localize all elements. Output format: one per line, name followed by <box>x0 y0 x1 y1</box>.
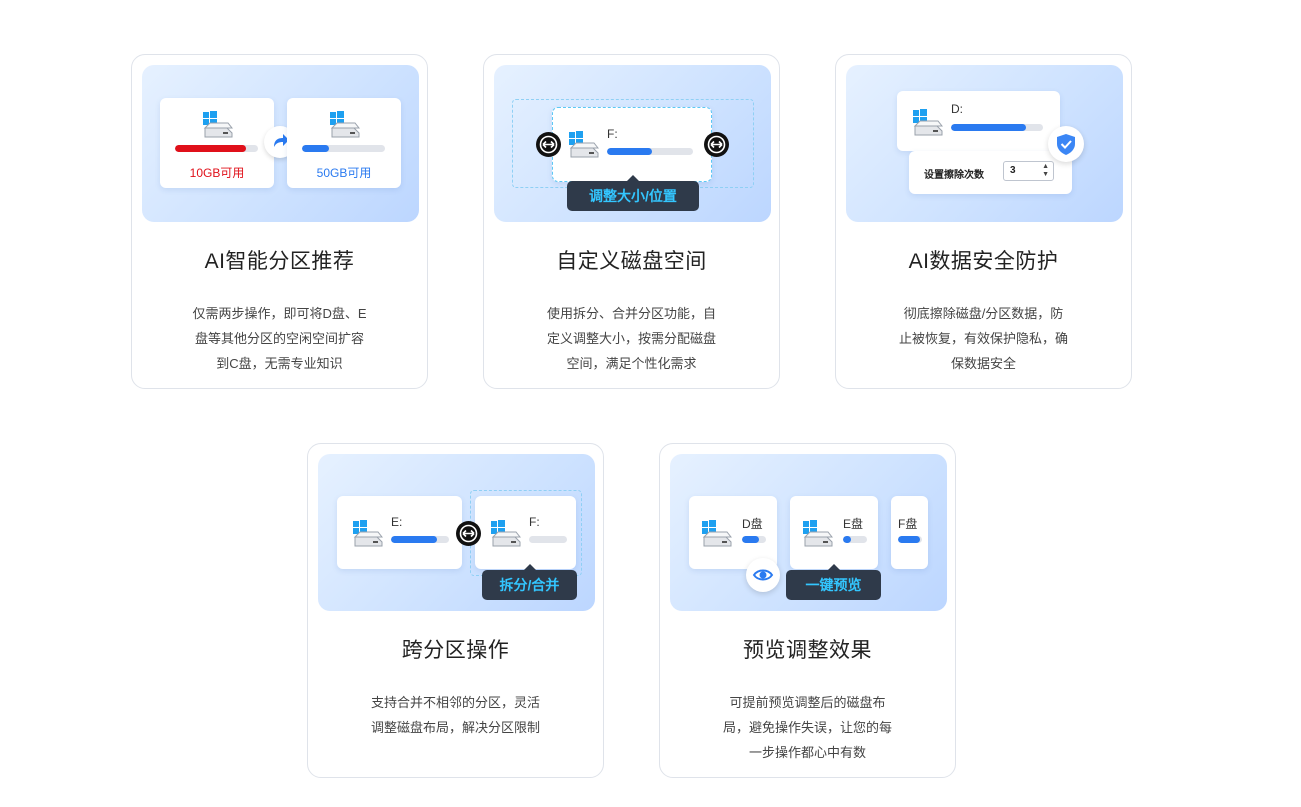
disk-panel-target: 50GB可用 <box>287 98 401 188</box>
drive-label: D: <box>951 102 963 116</box>
card-title: AI数据安全防护 <box>908 250 1059 273</box>
desc-line: 可提前预览调整后的磁盘布 <box>729 695 886 710</box>
desc-line: 止被恢复，有效保护隐私，确 <box>898 331 1068 346</box>
drive-icon <box>567 130 599 158</box>
disk-usage-bar <box>302 145 385 152</box>
disk-usage-bar <box>391 536 449 543</box>
card-title: AI智能分区推荐 <box>204 250 355 273</box>
drive-label: E: <box>391 515 403 529</box>
stepper-arrows-icon[interactable]: ▲ ▼ <box>1042 163 1049 179</box>
desc-line: 盘等其他分区的空闲空间扩容 <box>194 331 364 346</box>
resize-left-arrow-icon[interactable] <box>536 132 561 157</box>
illustration-cross-partition: E: F: 拆分/合并 <box>318 454 595 611</box>
drive-icon <box>328 110 360 138</box>
disk-usage-bar <box>175 145 258 152</box>
wipe-count-label: 设置擦除次数 <box>924 170 984 181</box>
desc-line: 保数据安全 <box>950 356 1016 371</box>
partition-panel-e: E: <box>337 496 462 569</box>
desc-line: 空间，满足个性化需求 <box>566 356 697 371</box>
drive-icon <box>201 110 233 138</box>
drive-icon <box>801 519 833 547</box>
card-description: 使用拆分、合并分区功能，自 定义调整大小，按需分配磁盘 空间，满足个性化需求 <box>534 301 729 376</box>
feature-card-cross-partition[interactable]: E: F: 拆分/合并 跨分区操作 支持合并不相邻的分区，灵活 调整磁盘布局，解… <box>307 443 604 778</box>
desc-line: 调整磁盘布局，解决分区限制 <box>370 720 540 735</box>
disk-panel-source: 10GB可用 <box>160 98 274 188</box>
desc-line: 一步操作都心中有数 <box>748 745 866 760</box>
desc-line: 仅需两步操作，即可将D盘、E <box>192 306 367 321</box>
wipe-count-stepper[interactable]: 3 ▲ ▼ <box>1003 161 1054 181</box>
illustration-custom-space: F: 调整大小/位置 <box>494 65 771 222</box>
disk-usage-bar <box>898 536 922 543</box>
split-merge-tag: 拆分/合并 <box>482 564 577 600</box>
card-title: 自定义磁盘空间 <box>556 250 707 273</box>
disk-usage-bar <box>607 148 693 155</box>
disk-usage-bar <box>742 536 766 543</box>
desc-line: 到C盘，无需专业知识 <box>216 356 343 371</box>
desc-line: 局，避免操作失误，让您的每 <box>722 720 892 735</box>
desc-line: 使用拆分、合并分区功能，自 <box>546 306 716 321</box>
illustration-data-security: D: 设置擦除次数 3 ▲ ▼ <box>846 65 1123 222</box>
illustration-ai-partition: 10GB可用 50GB可用 <box>142 65 419 222</box>
drive-icon <box>700 519 732 547</box>
partition-panel-e: E盘 <box>790 496 878 569</box>
desc-line: 支持合并不相邻的分区，灵活 <box>370 695 540 710</box>
disk-usage-bar <box>951 124 1043 131</box>
card-title: 跨分区操作 <box>401 639 510 662</box>
partition-panel-f: F盘 <box>891 496 928 569</box>
card-description: 仅需两步操作，即可将D盘、E 盘等其他分区的空闲空间扩容 到C盘，无需专业知识 <box>182 301 377 376</box>
drive-label: E盘 <box>843 517 864 531</box>
drive-label: F盘 <box>898 517 918 531</box>
disk-available-text: 10GB可用 <box>189 166 245 180</box>
card-description: 可提前预览调整后的磁盘布 局，避免操作失误，让您的每 一步操作都心中有数 <box>710 690 905 765</box>
partition-panel: F: <box>552 107 712 182</box>
illustration-preview: D盘 E盘 F盘 一键预览 <box>670 454 947 611</box>
desc-line: 彻底擦除磁盘/分区数据，防 <box>903 306 1064 321</box>
disk-usage-bar <box>529 536 567 543</box>
card-title: 预览调整效果 <box>743 639 872 662</box>
merge-arrow-icon[interactable] <box>456 521 481 546</box>
shield-check-icon <box>1048 126 1084 162</box>
feature-card-data-security[interactable]: D: 设置擦除次数 3 ▲ ▼ AI数据安全防护 彻底擦除磁盘/分区数据，防 止被… <box>835 54 1132 389</box>
drive-icon <box>489 519 521 547</box>
wipe-count-value: 3 <box>1010 165 1016 176</box>
feature-card-preview[interactable]: D盘 E盘 F盘 一键预览 预览调整效果 可提前预览调整后的磁盘布 局，避免操作… <box>659 443 956 778</box>
drive-label: F: <box>529 515 540 529</box>
feature-card-ai-partition[interactable]: 10GB可用 50GB可用 AI智能分区推荐 仅需两步操作，即可将D盘、E 盘等… <box>131 54 428 389</box>
disk-available-text: 50GB可用 <box>316 166 372 180</box>
card-description: 彻底擦除磁盘/分区数据，防 止被恢复，有效保护隐私，确 保数据安全 <box>886 301 1081 376</box>
drive-icon <box>351 519 383 547</box>
eye-icon[interactable] <box>746 558 780 592</box>
drive-icon <box>911 108 943 136</box>
disk-panel: D: <box>897 91 1060 151</box>
resize-position-tag: 调整大小/位置 <box>567 175 699 211</box>
drive-label: F: <box>607 127 618 141</box>
preview-tag: 一键预览 <box>786 564 881 600</box>
desc-line: 定义调整大小，按需分配磁盘 <box>546 331 716 346</box>
disk-usage-bar <box>843 536 867 543</box>
drive-label: D盘 <box>742 517 763 531</box>
partition-panel-f: F: <box>475 496 576 569</box>
feature-card-custom-space[interactable]: F: 调整大小/位置 自定义磁盘空间 使用拆分、合并分区功能，自 定义调整大小，… <box>483 54 780 389</box>
resize-right-arrow-icon[interactable] <box>704 132 729 157</box>
card-description: 支持合并不相邻的分区，灵活 调整磁盘布局，解决分区限制 <box>358 690 553 740</box>
